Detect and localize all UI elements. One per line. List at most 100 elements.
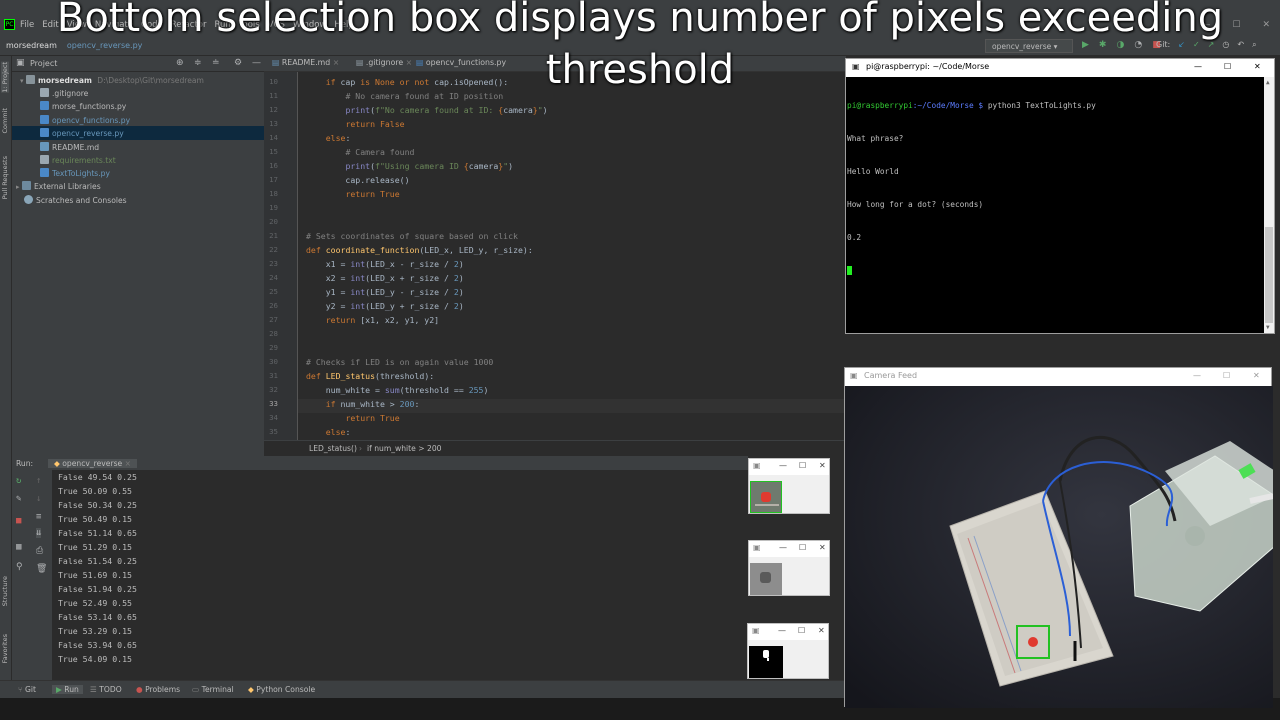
code-line: print(f"Using camera ID {camera}"): [345, 161, 514, 171]
commit-tool-tab[interactable]: Commit: [1, 108, 9, 134]
code-line: y1 = int(LED_y - r_size / 2): [306, 287, 464, 297]
minimize-icon[interactable]: —: [778, 626, 786, 635]
minimize-icon[interactable]: —: [1193, 371, 1201, 380]
tree-file-item[interactable]: requirements.txt: [40, 154, 116, 167]
tree-file-item[interactable]: TextToLights.py: [40, 167, 110, 180]
run-output-line: True 50.49 0.15: [58, 514, 132, 524]
line-number: 25: [269, 287, 278, 296]
tool-problems-label: Problems: [145, 685, 181, 694]
tool-run[interactable]: ▶ Run: [52, 685, 83, 694]
pull-requests-tool-tab[interactable]: Pull Requests: [1, 156, 9, 199]
print-icon[interactable]: ⎙: [36, 546, 43, 556]
code-editor[interactable]: 10 11 12 13 14 15 16 17 18 19 20 21 22 23 24 25 26 27 28 29…: [264, 72, 846, 440]
trash-icon[interactable]: 🗑: [36, 564, 47, 574]
tree-file-label: morse_functions.py: [52, 102, 127, 112]
led-blob-gray: [760, 572, 771, 583]
tree-file-label: TextToLights.py: [52, 169, 110, 179]
prompt-user: pi@raspberrypi: [847, 101, 913, 110]
close-icon[interactable]: ✕: [819, 543, 826, 552]
terminal-line: How long for a dot? (seconds): [847, 200, 984, 209]
python-file-icon: [40, 128, 49, 138]
terminal-scrollbar[interactable]: ▲ ▼: [1264, 77, 1274, 333]
soft-wrap-icon[interactable]: ≡: [36, 512, 41, 522]
tree-file-item[interactable]: README.md: [40, 141, 99, 154]
wrench-icon[interactable]: ✎: [16, 494, 21, 504]
terminal-line: Hello World: [847, 167, 899, 176]
tool-terminal-label: Terminal: [201, 685, 234, 694]
down-icon[interactable]: ↓: [36, 494, 41, 504]
python-icon: ◆: [54, 459, 60, 468]
video-caption: Bottom selection box displays number of …: [56, 0, 1224, 93]
code-line: x2 = int(LED_x + r_size / 2): [306, 273, 464, 283]
tool-git-label: Git: [24, 685, 36, 694]
rerun-icon[interactable]: ↻: [16, 476, 21, 486]
camera-scene: [845, 386, 1273, 708]
text-file-icon: [40, 155, 49, 164]
close-icon[interactable]: ✕: [819, 461, 826, 470]
tool-python-console[interactable]: ◆ Python Console: [248, 685, 315, 694]
tree-file-item[interactable]: opencv_reverse.py: [40, 127, 124, 140]
tool-terminal[interactable]: ▭ Terminal: [192, 685, 234, 694]
code-line: def coordinate_function(LED_x, LED_y, r_…: [306, 245, 533, 255]
tool-todo[interactable]: ☰ TODO: [90, 685, 122, 694]
run-output-line: False 51.94 0.25: [58, 584, 137, 594]
code-line: return True: [345, 189, 400, 199]
breadcrumb-statement[interactable]: if num_white > 200: [367, 444, 441, 453]
tree-file-label: opencv_functions.py: [52, 115, 131, 125]
scroll-thumb[interactable]: [1265, 227, 1273, 323]
threshold-image: [749, 646, 783, 678]
tool-git[interactable]: ⑂ Git: [18, 685, 36, 694]
code-line: else:: [325, 427, 351, 437]
favorites-tool-tab[interactable]: Favorites: [1, 634, 9, 663]
maximize-icon[interactable]: ☐: [1223, 371, 1230, 380]
stop-run-icon[interactable]: ■: [16, 516, 21, 526]
markdown-file-icon: [40, 141, 49, 151]
code-line: return True: [345, 413, 400, 423]
roi-color-window: ▣ — ☐ ✕: [748, 458, 830, 514]
tree-scratches[interactable]: Scratches and Consoles: [24, 194, 127, 207]
line-number: 29: [269, 343, 278, 352]
roi-color-body: [749, 475, 829, 513]
run-output-line: False 50.34 0.25: [58, 500, 137, 510]
tool-run-label: Run: [64, 685, 79, 694]
code-line: # Camera found: [345, 147, 415, 157]
app-icon: ▣: [753, 543, 761, 552]
maximize-icon[interactable]: ☐: [799, 543, 806, 552]
tree-file-item[interactable]: opencv_functions.py: [40, 114, 130, 127]
terminal-output[interactable]: pi@raspberrypi:~/Code/Morse $ python3 Te…: [847, 78, 1096, 297]
run-output-line: True 53.29 0.15: [58, 626, 132, 636]
maximize-icon[interactable]: ☐: [798, 626, 805, 635]
python-file-icon: [40, 114, 49, 124]
minimize-icon[interactable]: —: [779, 461, 787, 470]
tree-external-libraries[interactable]: ▸ External Libraries: [16, 180, 101, 193]
terminal-prompt-line: pi@raspberrypi:~/Code/Morse $ python3 Te…: [847, 100, 1096, 111]
python-file-icon: [40, 101, 49, 111]
tree-file-item[interactable]: morse_functions.py: [40, 100, 126, 113]
code-line: print(f"No camera found at ID: {camera}"…: [345, 105, 548, 115]
maximize-icon[interactable]: ☐: [799, 461, 806, 470]
tool-problems[interactable]: ● Problems: [136, 685, 180, 694]
camera-feed-image[interactable]: [845, 386, 1273, 708]
run-tab[interactable]: ◆ opencv_reverse ×: [48, 459, 138, 468]
close-tab-icon[interactable]: ×: [125, 459, 131, 468]
close-icon[interactable]: ✕: [1253, 371, 1260, 380]
line-number: 20: [269, 217, 278, 226]
camera-title: Camera Feed: [864, 371, 918, 380]
editor-breadcrumb: LED_status() › if num_white > 200: [264, 440, 846, 455]
breadboard-rail: [755, 504, 779, 506]
run-output-line: False 53.94 0.65: [58, 640, 137, 650]
minimize-icon[interactable]: —: [779, 543, 787, 552]
structure-tool-tab[interactable]: Structure: [1, 576, 9, 606]
pin-icon[interactable]: ⚲: [16, 562, 23, 572]
breadcrumb-function[interactable]: LED_status(): [309, 444, 357, 453]
tree-file-label: opencv_reverse.py: [52, 129, 124, 139]
code-line: # Sets coordinates of square based on cl…: [306, 231, 518, 241]
scroll-down-icon[interactable]: ▼: [1266, 324, 1270, 331]
library-icon: [21, 181, 31, 190]
layout-icon[interactable]: ▦: [16, 542, 21, 552]
app-icon: ▣: [753, 461, 761, 470]
close-icon[interactable]: ✕: [818, 626, 825, 635]
scroll-end-icon[interactable]: ⇊: [36, 528, 42, 538]
line-number: 32: [269, 385, 278, 394]
up-icon[interactable]: ↑: [36, 476, 41, 486]
